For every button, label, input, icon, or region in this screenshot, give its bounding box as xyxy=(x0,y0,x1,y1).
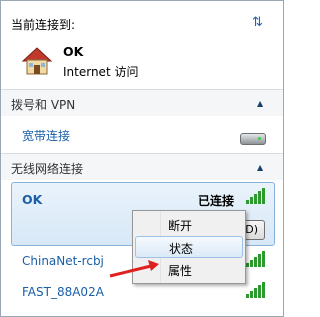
network-flyout: 当前连接到: ⇅ OK Internet 访问 拨号和 VPN ▲ 宽带连接 无… xyxy=(0,0,284,317)
signal-strength-icon xyxy=(246,251,266,267)
pointer-arrow-annotation xyxy=(109,260,159,278)
menu-item-label: 状态 xyxy=(169,242,194,256)
menu-item-label: 属性 xyxy=(168,264,193,278)
section-label: 无线网络连接 xyxy=(11,162,84,176)
menu-item-label: 断开 xyxy=(168,219,193,233)
wifi-network-item[interactable]: ChinaNet-rcbj xyxy=(22,254,104,268)
modem-icon xyxy=(240,133,266,145)
current-network-name: OK xyxy=(63,44,84,59)
menu-item-disconnect[interactable]: 断开 xyxy=(135,214,241,234)
home-network-icon xyxy=(21,46,53,79)
broadband-connection-link[interactable]: 宽带连接 xyxy=(22,127,70,144)
signal-strength-icon xyxy=(246,188,266,204)
wifi-network-item[interactable]: FAST_88A02A xyxy=(22,285,104,299)
section-wireless[interactable]: 无线网络连接 ▲ xyxy=(1,154,283,180)
section-dialup-vpn[interactable]: 拨号和 VPN ▲ xyxy=(1,90,283,116)
connection-state-label: 已连接 xyxy=(198,194,235,208)
signal-strength-icon xyxy=(246,282,266,298)
section-label: 拨号和 VPN xyxy=(11,98,76,112)
current-network-status: Internet 访问 xyxy=(63,65,139,79)
refresh-icon[interactable]: ⇅ xyxy=(252,15,263,30)
selected-network-name[interactable]: OK xyxy=(22,192,42,207)
collapse-caret-icon[interactable]: ▲ xyxy=(257,163,263,172)
collapse-caret-icon[interactable]: ▲ xyxy=(257,99,263,108)
menu-item-status[interactable]: 状态 xyxy=(135,236,243,258)
current-connection-heading: 当前连接到: xyxy=(11,18,76,32)
